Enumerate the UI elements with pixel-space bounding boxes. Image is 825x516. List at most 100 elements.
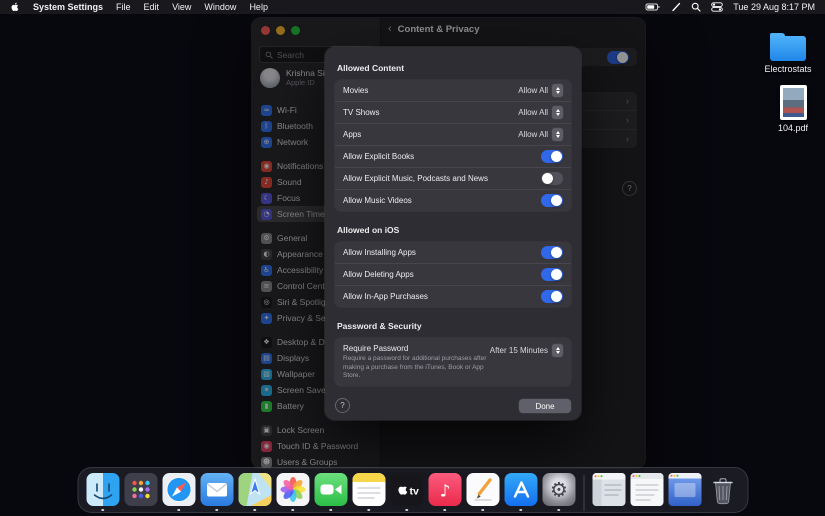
running-indicator <box>253 509 256 512</box>
pen-icon[interactable] <box>671 2 681 12</box>
settings-row-allow-music-videos: Allow Music Videos <box>335 190 571 211</box>
running-indicator <box>481 509 484 512</box>
dock: tv ♪ ⚙ <box>77 467 748 513</box>
allow-deleting-apps-toggle[interactable] <box>541 268 563 281</box>
settings-row-apps: Apps Allow All <box>335 124 571 146</box>
allow-installing-apps-toggle[interactable] <box>541 246 563 259</box>
dock-item-finder[interactable] <box>86 473 119 506</box>
desktop-icon-label: Electrostats <box>764 64 811 74</box>
desktop-icon-104-pdf[interactable]: 104.pdf <box>762 85 824 133</box>
tv-shows-select[interactable]: Allow All <box>518 106 563 119</box>
stepper-icon <box>552 128 563 141</box>
window-1-icon <box>592 473 625 506</box>
dock-minimized-window-3[interactable] <box>668 473 701 506</box>
spotlight-icon[interactable] <box>691 2 701 12</box>
trash-icon <box>706 473 739 506</box>
running-indicator <box>443 509 446 512</box>
apple-tv-icon: tv <box>390 473 423 506</box>
mail-icon <box>200 473 233 506</box>
dock-separator <box>583 475 584 511</box>
menu-help[interactable]: Help <box>249 2 268 12</box>
apps-select[interactable]: Allow All <box>518 128 563 141</box>
settings-group: MoviesAllow All TV Shows Allow All Apps Allo… <box>335 80 571 211</box>
control-center-icon[interactable] <box>711 2 723 12</box>
svg-text:♪: ♪ <box>439 482 450 502</box>
menu-window[interactable]: Window <box>204 2 236 12</box>
running-indicator <box>557 509 560 512</box>
app-store-icon <box>504 473 537 506</box>
dock-item-pages[interactable] <box>466 473 499 506</box>
require-password-select[interactable]: After 15 Minutes <box>490 344 563 357</box>
dock-item-trash[interactable] <box>706 473 739 506</box>
menu-bar-menus: File Edit View Window Help <box>116 2 268 12</box>
menu-view[interactable]: View <box>172 2 191 12</box>
dock-item-system-settings[interactable]: ⚙ <box>542 473 575 506</box>
dock-item-music[interactable]: ♪ <box>428 473 461 506</box>
stepper-icon <box>552 106 563 119</box>
running-indicator <box>291 509 294 512</box>
allow-music-videos-toggle[interactable] <box>541 194 563 207</box>
section-title-allowed-on-ios: Allowed on iOS <box>337 225 571 235</box>
allow-explicit-books-toggle[interactable] <box>541 150 563 163</box>
system-settings-icon: ⚙ <box>542 473 575 506</box>
battery-icon[interactable] <box>645 2 661 12</box>
desktop-icon-electrostats[interactable]: Electrostats <box>757 36 819 74</box>
allow-in-app-purchases-toggle[interactable] <box>541 290 563 303</box>
running-indicator <box>177 509 180 512</box>
dock-item-notes[interactable] <box>352 473 385 506</box>
dock-item-mail[interactable] <box>200 473 233 506</box>
allow-explicit-music-podcasts-and-news-toggle[interactable] <box>541 172 563 185</box>
select-value: Allow All <box>518 130 548 139</box>
dock-item-maps[interactable] <box>238 473 271 506</box>
menu-edit[interactable]: Edit <box>144 2 160 12</box>
running-indicator <box>405 509 408 512</box>
stepper-icon <box>552 344 563 357</box>
section-title-password-security: Password & Security <box>337 321 571 331</box>
safari-icon <box>162 473 195 506</box>
setting-label: Allow Installing Apps <box>343 248 535 257</box>
settings-row-tv-shows: TV Shows Allow All <box>335 102 571 124</box>
menu-bar-clock[interactable]: Tue 29 Aug 8:17 PM <box>733 2 815 12</box>
select-value: After 15 Minutes <box>490 346 548 355</box>
running-indicator <box>101 509 104 512</box>
folder-icon <box>770 36 806 61</box>
menu-app-name[interactable]: System Settings <box>33 2 103 12</box>
settings-row-require-password: Require PasswordRequire a password for a… <box>335 338 571 386</box>
done-button[interactable]: Done <box>519 399 571 413</box>
desktop-icon-label: 104.pdf <box>778 123 808 133</box>
settings-row-allow-installing-apps: Allow Installing Apps <box>335 242 571 264</box>
window-3-icon <box>668 473 701 506</box>
setting-label: Allow Music Videos <box>343 196 535 205</box>
facetime-icon <box>314 473 347 506</box>
setting-label: Allow Explicit Books <box>343 152 535 161</box>
movies-select[interactable]: Allow All <box>518 84 563 97</box>
svg-text:⚙: ⚙ <box>550 478 568 502</box>
settings-row-allow-explicit-music-podcasts-and-news: Allow Explicit Music, Podcasts and News <box>335 168 571 190</box>
dock-item-app-store[interactable] <box>504 473 537 506</box>
setting-label: Apps <box>343 130 512 139</box>
menu-bar: System Settings File Edit View Window Help T… <box>0 0 825 14</box>
dock-item-safari[interactable] <box>162 473 195 506</box>
dock-item-apple-tv[interactable]: tv <box>390 473 423 506</box>
dock-item-launchpad[interactable] <box>124 473 157 506</box>
select-value: Allow All <box>518 86 548 95</box>
section-title-allowed-content: Allowed Content <box>337 63 571 73</box>
settings-row-allow-explicit-books: Allow Explicit Books <box>335 146 571 168</box>
setting-label: TV Shows <box>343 108 512 117</box>
settings-group: Allow Installing AppsAllow Deleting Apps… <box>335 242 571 307</box>
menu-file[interactable]: File <box>116 2 131 12</box>
apple-menu-icon[interactable] <box>10 2 20 12</box>
running-indicator <box>215 509 218 512</box>
stepper-icon <box>552 84 563 97</box>
dock-item-photos[interactable] <box>276 473 309 506</box>
settings-row-allow-in-app-purchases: Allow In-App Purchases <box>335 286 571 307</box>
settings-row-movies: MoviesAllow All <box>335 80 571 102</box>
setting-label: Allow Explicit Music, Podcasts and News <box>343 174 535 183</box>
dock-minimized-window-1[interactable] <box>592 473 625 506</box>
pages-icon <box>466 473 499 506</box>
dock-minimized-window-2[interactable] <box>630 473 663 506</box>
dock-item-facetime[interactable] <box>314 473 347 506</box>
help-button[interactable]: ? <box>335 398 350 413</box>
desktop: System Settings File Edit View Window Help T… <box>0 0 825 516</box>
notes-icon <box>352 473 385 506</box>
